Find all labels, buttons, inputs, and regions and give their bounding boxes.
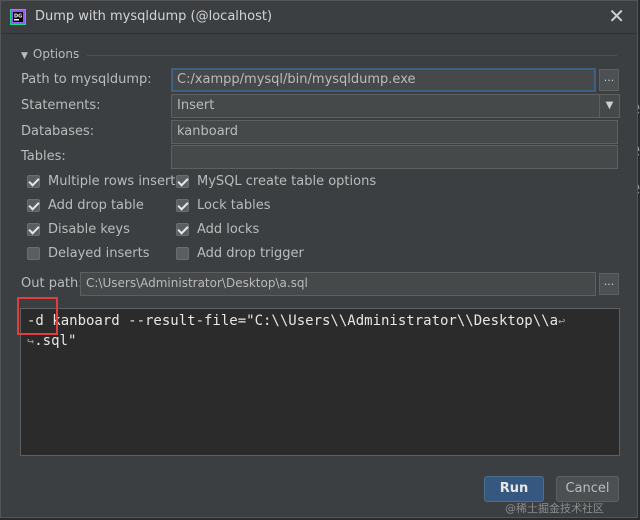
- browse-out-path-button[interactable]: ...: [599, 273, 619, 295]
- cancel-button[interactable]: Cancel: [556, 476, 619, 502]
- tables-input[interactable]: [171, 145, 618, 169]
- mysqldump-dialog: DG Dump with mysqldump (@localhost) ✕ ▼ O…: [0, 0, 638, 518]
- checkbox-multiple-rows-inserts[interactable]: Multiple rows inserts: [27, 174, 182, 189]
- command-line-editor[interactable]: -d kanboard --result-file="C:\\Users\\Ad…: [20, 308, 620, 456]
- tables-label: Tables:: [21, 149, 66, 164]
- path-label: Path to mysqldump:: [21, 72, 152, 87]
- checkbox-checked-icon: [27, 175, 40, 188]
- databases-input[interactable]: kanboard: [171, 120, 618, 144]
- checkbox-checked-icon: [176, 175, 189, 188]
- close-icon[interactable]: ✕: [608, 5, 625, 27]
- title-bar: DG Dump with mysqldump (@localhost) ✕: [1, 1, 637, 34]
- checkbox-checked-icon: [27, 199, 40, 212]
- run-button[interactable]: Run: [484, 476, 544, 502]
- checkbox-unchecked-icon: [176, 247, 189, 260]
- options-section-toggle[interactable]: ▼ Options: [21, 47, 79, 61]
- checkbox-add-locks[interactable]: Add locks: [176, 222, 259, 237]
- out-path-input[interactable]: C:\Users\Administrator\Desktop\a.sql: [80, 272, 596, 296]
- statements-select[interactable]: Insert ▼: [171, 94, 620, 118]
- statements-selected-value: Insert: [177, 98, 215, 113]
- checkbox-label: Lock tables: [197, 198, 271, 213]
- checkbox-label: Multiple rows inserts: [48, 174, 183, 189]
- options-section-label: Options: [32, 47, 80, 61]
- command-line-2: .sql": [34, 333, 77, 349]
- checkbox-checked-icon: [27, 223, 40, 236]
- statements-label: Statements:: [21, 98, 101, 113]
- chevron-down-icon[interactable]: ▼: [599, 95, 619, 117]
- red-highlight-box: [17, 297, 58, 335]
- checkbox-add-drop-trigger[interactable]: Add drop trigger: [176, 246, 304, 261]
- window-title: Dump with mysqldump (@localhost): [35, 9, 273, 24]
- checkbox-lock-tables[interactable]: Lock tables: [176, 198, 270, 213]
- checkbox-label: Add drop table: [48, 198, 144, 213]
- checkbox-checked-icon: [176, 199, 189, 212]
- path-to-mysqldump-input[interactable]: C:/xampp/mysql/bin/mysqldump.exe: [171, 68, 596, 92]
- collapse-triangle-icon: ▼: [21, 51, 28, 61]
- checkbox-unchecked-icon: [27, 247, 40, 260]
- checkbox-label: Add locks: [197, 222, 260, 237]
- databases-label: Databases:: [21, 124, 95, 139]
- checkbox-label: Delayed inserts: [48, 246, 150, 261]
- browse-path-button[interactable]: ...: [599, 69, 619, 91]
- watermark: @稀土掘金技术社区: [505, 502, 604, 515]
- checkbox-label: Disable keys: [48, 222, 130, 237]
- command-line-1: -d kanboard --result-file="C:\\Users\\Ad…: [27, 313, 559, 329]
- checkbox-delayed-inserts[interactable]: Delayed inserts: [27, 246, 150, 261]
- svg-text:DG: DG: [14, 14, 22, 20]
- section-divider: [87, 55, 617, 56]
- checkbox-add-drop-table[interactable]: Add drop table: [27, 198, 144, 213]
- soft-wrap-end-icon: ↩: [558, 314, 566, 328]
- checkbox-label: MySQL create table options: [197, 174, 377, 189]
- checkbox-label: Add drop trigger: [197, 246, 304, 261]
- checkbox-mysql-create-table-options[interactable]: MySQL create table options: [176, 174, 376, 189]
- checkbox-disable-keys[interactable]: Disable keys: [27, 222, 130, 237]
- datagrip-icon: DG: [10, 9, 26, 25]
- checkbox-checked-icon: [176, 223, 189, 236]
- out-path-label: Out path:: [21, 276, 83, 291]
